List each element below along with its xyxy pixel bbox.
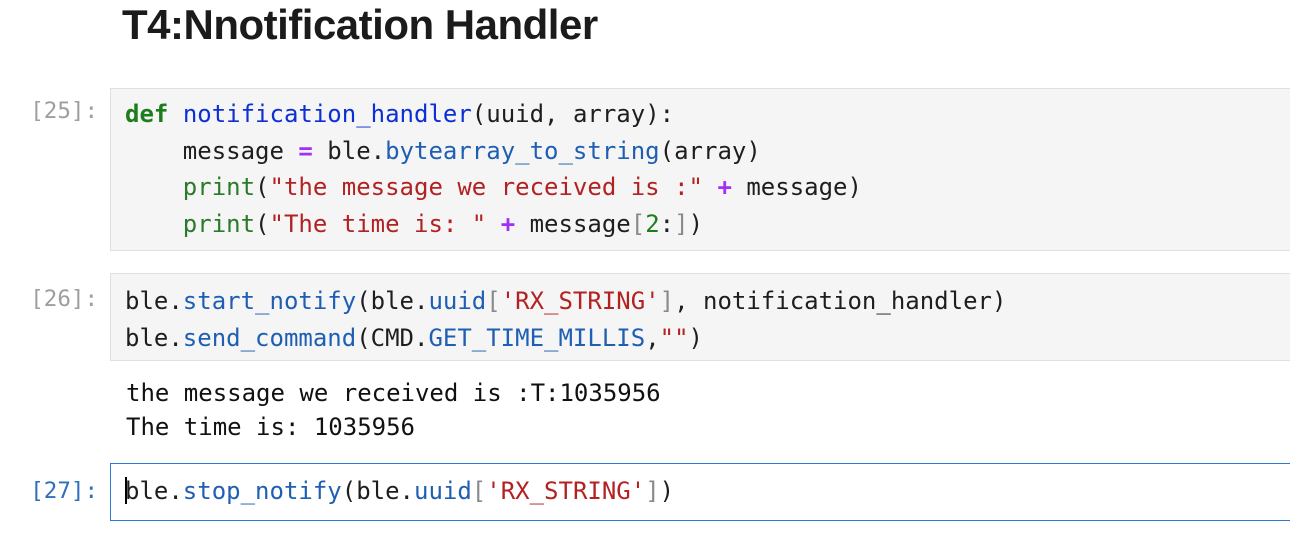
- code-line: def notification_handler(uuid, array):: [125, 100, 675, 128]
- code-line: ble.send_command(CMD.GET_TIME_MILLIS,""): [125, 323, 703, 352]
- code-editor[interactable]: def notification_handler(uuid, array): m…: [125, 96, 862, 242]
- notebook-heading: T4:Nnotification Handler: [122, 1, 598, 48]
- code-editor[interactable]: ble.stop_notify(ble.uuid['RX_STRING']): [125, 473, 674, 510]
- cell-output-26: the message we received is :T:1035956 Th…: [126, 376, 661, 444]
- code-line: message = ble.bytearray_to_string(array): [125, 136, 761, 165]
- output-line: The time is: 1035956: [126, 413, 415, 441]
- code-cell-26[interactable]: ble.start_notify(ble.uuid['RX_STRING'], …: [110, 273, 1290, 361]
- cell-prompt-26: [26]:: [30, 286, 98, 312]
- code-line: ble.start_notify(ble.uuid['RX_STRING'], …: [125, 287, 1007, 315]
- code-cell-27-active[interactable]: ble.stop_notify(ble.uuid['RX_STRING']): [110, 463, 1290, 521]
- cell-prompt-27: [27]:: [30, 478, 98, 504]
- code-line: print("The time is: " + message[2:]): [182, 209, 704, 238]
- cell-prompt-25: [25]:: [30, 98, 98, 124]
- output-line: the message we received is :T:1035956: [126, 379, 661, 407]
- code-editor[interactable]: ble.start_notify(ble.uuid['RX_STRING'], …: [125, 283, 1006, 356]
- code-cell-25[interactable]: def notification_handler(uuid, array): m…: [110, 88, 1290, 251]
- code-line: print("the message we received is :" + m…: [182, 173, 862, 201]
- code-line: ble.stop_notify(ble.uuid['RX_STRING']): [125, 477, 675, 505]
